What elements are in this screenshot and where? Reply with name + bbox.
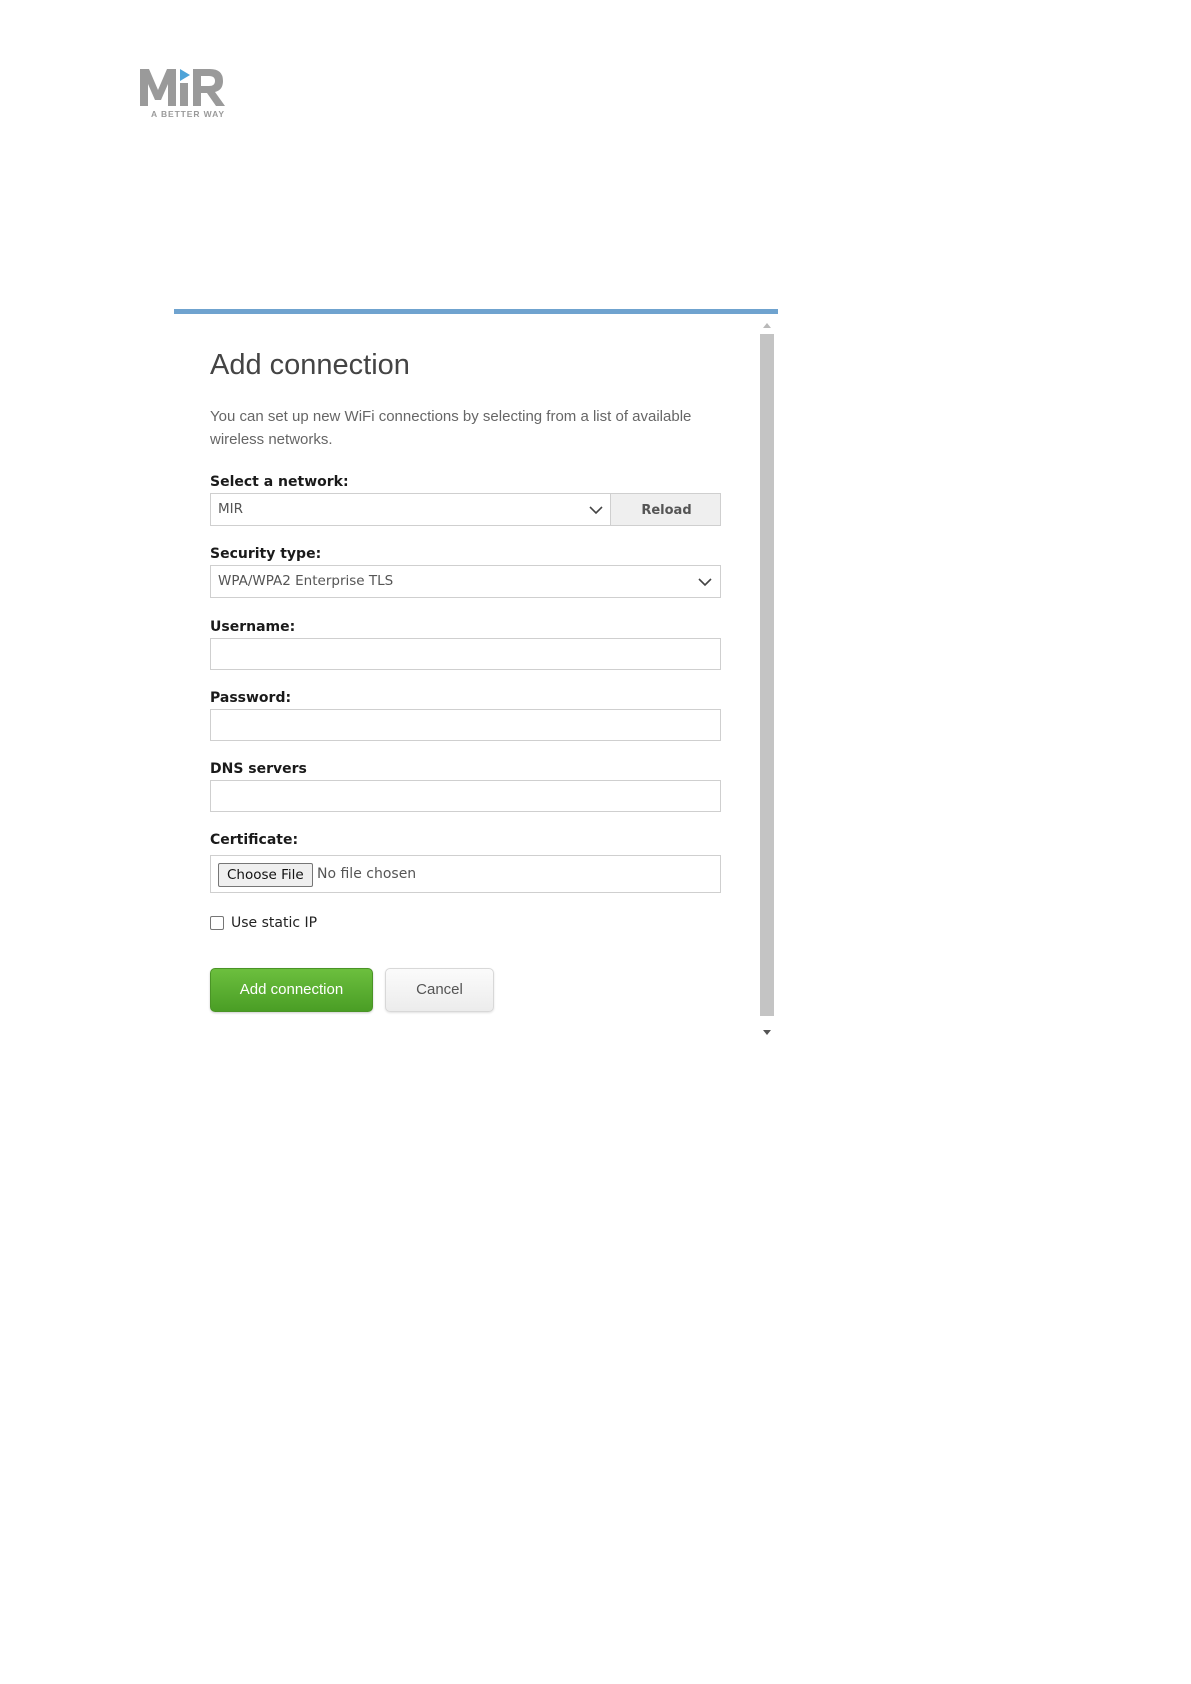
network-label: Select a network: <box>210 474 349 490</box>
scroll-down-arrow-icon[interactable] <box>763 1030 771 1035</box>
certificate-file-input: Choose File No file chosen <box>210 855 721 893</box>
username-label: Username: <box>210 619 296 635</box>
scroll-thumb[interactable] <box>760 334 774 1016</box>
username-input[interactable] <box>210 638 721 670</box>
reload-button-label: Reload <box>641 503 692 518</box>
dialog-description: You can set up new WiFi connections by s… <box>210 408 692 448</box>
mir-logo: A BETTER WAY <box>140 66 240 126</box>
file-status-text: No file chosen <box>317 866 417 882</box>
add-connection-button[interactable]: Add connection <box>210 968 373 1012</box>
reload-button[interactable]: Reload <box>610 493 721 526</box>
password-label: Password: <box>210 690 292 706</box>
network-select-value: MIR <box>218 501 244 517</box>
dialog-scrollbar[interactable] <box>758 320 776 1043</box>
static-ip-label[interactable]: Use static IP <box>231 915 317 931</box>
certificate-label: Certificate: <box>210 832 299 848</box>
choose-file-button[interactable]: Choose File <box>218 863 313 887</box>
dialog-accent-bar <box>174 309 778 314</box>
chevron-down-icon <box>589 506 603 515</box>
security-type-value: WPA/WPA2 Enterprise TLS <box>218 573 394 589</box>
dns-servers-input[interactable] <box>210 780 721 812</box>
security-label: Security type: <box>210 546 322 562</box>
network-row: MIR Reload <box>210 493 721 526</box>
chevron-down-icon <box>698 578 712 587</box>
cancel-button[interactable]: Cancel <box>385 968 494 1012</box>
mir-logo-mark <box>140 69 225 106</box>
network-select[interactable]: MIR <box>210 493 611 526</box>
dns-label: DNS servers <box>210 761 307 777</box>
security-type-select[interactable]: WPA/WPA2 Enterprise TLS <box>210 565 721 598</box>
static-ip-checkbox[interactable] <box>210 916 224 930</box>
password-input[interactable] <box>210 709 721 741</box>
scroll-up-arrow-icon[interactable] <box>763 323 771 328</box>
logo-tagline: A BETTER WAY <box>151 109 225 119</box>
add-connection-dialog: Add connection You can set up new WiFi c… <box>174 309 778 1043</box>
dialog-title: Add connection <box>210 349 410 381</box>
